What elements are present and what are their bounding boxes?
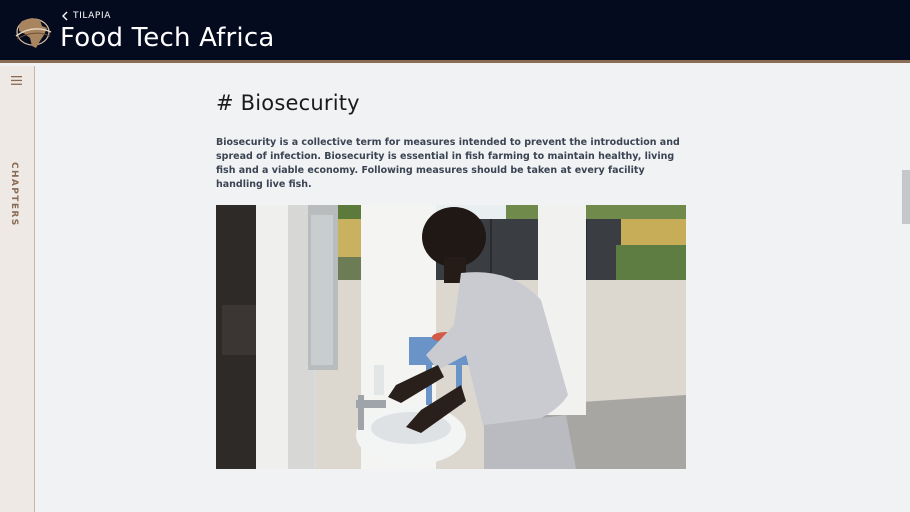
africa-globe-logo-icon[interactable] <box>13 12 53 50</box>
scrollbar-thumb[interactable] <box>902 170 910 224</box>
chapters-sidebar: CHAPTERS <box>0 66 35 512</box>
handwashing-photo <box>216 205 686 469</box>
back-link-label: TILAPIA <box>73 11 111 21</box>
site-title[interactable]: Food Tech Africa <box>60 23 274 53</box>
hamburger-menu-icon[interactable] <box>11 76 22 85</box>
back-link-tilapia[interactable]: TILAPIA <box>61 11 111 21</box>
chapters-toggle[interactable]: CHAPTERS <box>9 162 19 227</box>
main-content: # Biosecurity Biosecurity is a collectiv… <box>216 66 686 469</box>
top-header: TILAPIA Food Tech Africa <box>0 0 910 63</box>
intro-paragraph: Biosecurity is a collective term for mea… <box>216 137 680 190</box>
chevron-left-icon <box>62 11 68 21</box>
page-heading: # Biosecurity <box>216 91 360 115</box>
page-scrollbar[interactable] <box>901 66 910 512</box>
